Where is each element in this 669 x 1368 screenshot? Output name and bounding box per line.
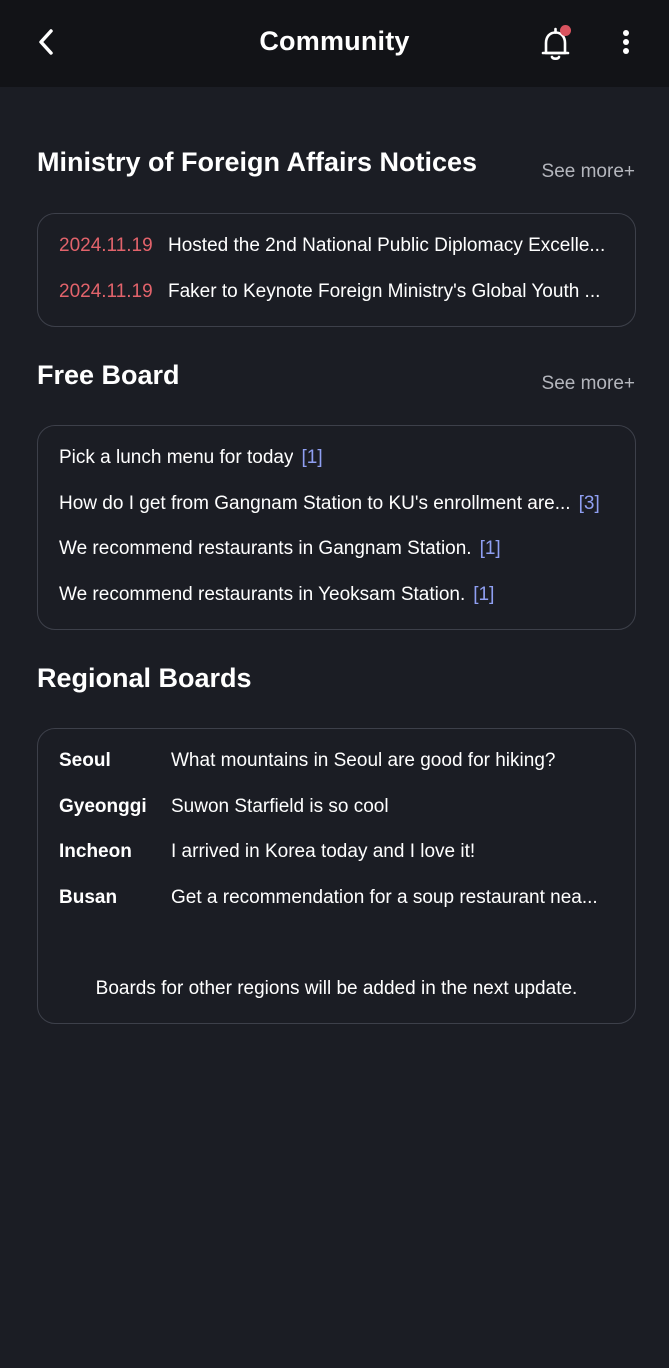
post-title: We recommend restaurants in Yeoksam Stat… — [59, 584, 466, 605]
regional-post[interactable]: Busan Get a recommendation for a soup re… — [59, 884, 611, 912]
region-name: Busan — [59, 887, 118, 908]
free-board-card: Pick a lunch menu for today [1] How do I… — [37, 425, 636, 630]
comment-count: [1] — [479, 538, 501, 559]
regional-post[interactable]: Gyeonggi Suwon Starfield is so cool — [59, 793, 611, 821]
post-title: Suwon Starfield is so cool — [171, 796, 389, 817]
post-title: What mountains in Seoul are good for hik… — [171, 750, 556, 771]
notifications-button[interactable] — [536, 24, 576, 64]
notice-title: Hosted the 2nd National Public Diplomacy… — [168, 235, 606, 256]
region-name: Seoul — [59, 750, 111, 771]
notice-title: Faker to Keynote Foreign Ministry's Glob… — [168, 281, 601, 302]
notice-item[interactable]: 2024.11.19 Hosted the 2nd National Publi… — [59, 232, 611, 260]
regional-card: Seoul What mountains in Seoul are good f… — [37, 728, 636, 1024]
notice-item[interactable]: 2024.11.19 Faker to Keynote Foreign Mini… — [59, 278, 611, 306]
post-title: How do I get from Gangnam Station to KU'… — [59, 493, 571, 514]
comment-count: [1] — [301, 447, 323, 468]
post-title: We recommend restaurants in Gangnam Stat… — [59, 538, 472, 559]
free-board-post[interactable]: We recommend restaurants in Yeoksam Stat… — [59, 581, 611, 609]
notification-badge — [560, 25, 571, 36]
top-bar: Community — [0, 0, 669, 87]
more-vertical-icon — [623, 30, 629, 54]
free-board-post[interactable]: We recommend restaurants in Gangnam Stat… — [59, 535, 611, 563]
more-menu-button[interactable] — [610, 24, 642, 60]
regional-section-title: Regional Boards — [37, 663, 252, 693]
region-name: Gyeonggi — [59, 796, 147, 817]
post-title: I arrived in Korea today and I love it! — [171, 841, 476, 862]
region-name: Incheon — [59, 841, 132, 862]
notices-see-more-link[interactable]: See more+ — [542, 161, 635, 183]
post-title: Get a recommendation for a soup restaura… — [171, 887, 598, 908]
notice-date: 2024.11.19 — [59, 281, 153, 302]
free-board-post[interactable]: How do I get from Gangnam Station to KU'… — [59, 490, 611, 518]
comment-count: [3] — [578, 493, 600, 514]
notices-section-title: Ministry of Foreign Affairs Notices — [37, 147, 478, 177]
regional-post[interactable]: Incheon I arrived in Korea today and I l… — [59, 838, 611, 866]
free-board-section-title: Free Board — [37, 360, 180, 390]
notices-card: 2024.11.19 Hosted the 2nd National Publi… — [37, 213, 636, 327]
post-title: Pick a lunch menu for today — [59, 447, 294, 468]
comment-count: [1] — [473, 584, 495, 605]
free-board-post[interactable]: Pick a lunch menu for today [1] — [59, 444, 611, 472]
free-board-see-more-link[interactable]: See more+ — [542, 373, 635, 395]
regional-post[interactable]: Seoul What mountains in Seoul are good f… — [59, 747, 611, 775]
regional-footnote: Boards for other regions will be added i… — [95, 978, 578, 999]
notice-date: 2024.11.19 — [59, 235, 153, 256]
